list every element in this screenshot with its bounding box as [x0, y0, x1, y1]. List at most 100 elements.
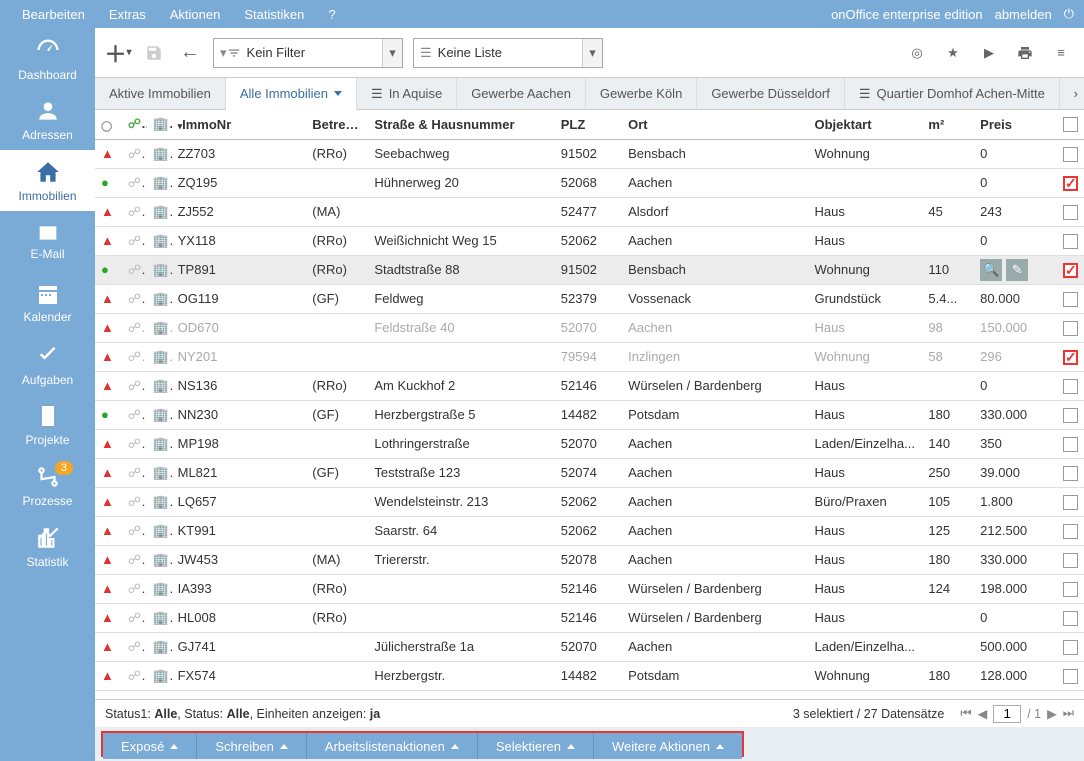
table-row[interactable]: ●☍🏢NN230(GF)Herzbergstraße 514482Potsdam… — [95, 400, 1084, 429]
tab[interactable]: Gewerbe Köln — [586, 78, 697, 109]
row-checkbox[interactable] — [1063, 234, 1078, 249]
sidebar-item-kalender[interactable]: Kalender — [0, 272, 95, 333]
action-button[interactable]: Weitere Aktionen — [594, 733, 742, 759]
sidebar-item-statistik[interactable]: Statistik — [0, 516, 95, 577]
table-row[interactable]: ▲☍🏢HL008(RRo)52146Würselen / BardenbergH… — [95, 603, 1084, 632]
tab[interactable]: ☰In Aquise — [357, 78, 457, 109]
row-checkbox[interactable] — [1063, 640, 1078, 655]
back-button[interactable]: ← — [177, 40, 203, 66]
edit-icon[interactable]: ✎ — [1006, 259, 1028, 281]
action-button[interactable]: Arbeitslistenaktionen — [307, 733, 478, 759]
pager-last[interactable]: ⏭ — [1063, 706, 1074, 721]
row-checkbox[interactable] — [1063, 321, 1078, 336]
row-checkbox[interactable] — [1063, 205, 1078, 220]
add-button[interactable]: ＋▾ — [105, 40, 131, 66]
col-icon1[interactable]: ☍ — [122, 110, 147, 139]
row-checkbox[interactable] — [1063, 176, 1078, 191]
row-checkbox[interactable] — [1063, 553, 1078, 568]
print-icon[interactable] — [1012, 40, 1038, 66]
menu-icon[interactable]: ≡ — [1048, 40, 1074, 66]
sidebar-item-adressen[interactable]: Adressen — [0, 89, 95, 150]
power-icon[interactable]: ⏻ — [1064, 6, 1074, 22]
table-row[interactable]: ▲☍🏢MP198Lothringerstraße52070AachenLaden… — [95, 429, 1084, 458]
sidebar-item-projekte[interactable]: Projekte — [0, 394, 95, 455]
table-row[interactable]: ▲☍🏢OG119(GF)Feldweg52379VossenackGrundst… — [95, 284, 1084, 313]
row-checkbox[interactable] — [1063, 408, 1078, 423]
row-checkbox[interactable] — [1063, 582, 1078, 597]
cell-m2 — [922, 168, 974, 197]
sidebar-item-email[interactable]: E-Mail — [0, 211, 95, 272]
menu-statistiken[interactable]: Statistiken — [232, 7, 316, 22]
menu-aktionen[interactable]: Aktionen — [158, 7, 233, 22]
table-row[interactable]: ▲☍🏢ZJ552(MA)52477AlsdorfHaus45243 — [95, 197, 1084, 226]
row-checkbox[interactable] — [1063, 524, 1078, 539]
table-row[interactable]: ▲☍🏢YX118(RRo)Weißichnicht Weg 1552062Aac… — [95, 226, 1084, 255]
tab[interactable]: Gewerbe Düsseldorf — [697, 78, 845, 109]
col-art[interactable]: Objektart — [808, 110, 922, 139]
table-row[interactable]: ▲☍🏢NS136(RRo)Am Kuckhof 252146Würselen /… — [95, 371, 1084, 400]
tab[interactable]: Aktive Immobilien — [95, 78, 226, 109]
col-preis[interactable]: Preis — [974, 110, 1057, 139]
table-row[interactable]: ▲☍🏢ML821(GF)Teststraße 12352074AachenHau… — [95, 458, 1084, 487]
table-row[interactable]: ▲☍🏢IA393(RRo)52146Würselen / BardenbergH… — [95, 574, 1084, 603]
row-checkbox[interactable] — [1063, 350, 1078, 365]
col-status[interactable]: ◯ — [95, 110, 122, 139]
search-icon[interactable]: 🔍 — [980, 259, 1002, 281]
sidebar-item-aufgaben[interactable]: Aufgaben — [0, 333, 95, 394]
col-strasse[interactable]: Straße & Hausnummer — [368, 110, 554, 139]
tab[interactable]: ☰Quartier Domhof Achen-Mitte — [845, 78, 1060, 109]
table-row[interactable]: ▲☍🏢LQ657Wendelsteinstr. 21352062AachenBü… — [95, 487, 1084, 516]
col-plz[interactable]: PLZ — [555, 110, 622, 139]
table-row[interactable]: ▲☍🏢OD670Feldstraße 4052070AachenHaus9815… — [95, 313, 1084, 342]
row-checkbox[interactable] — [1063, 263, 1078, 278]
row-checkbox[interactable] — [1063, 147, 1078, 162]
menu-bearbeiten[interactable]: Bearbeiten — [10, 7, 97, 22]
col-check[interactable] — [1057, 110, 1084, 139]
pager-next[interactable]: ▶ — [1047, 706, 1057, 721]
table-row[interactable]: ●☍🏢TP891(RRo)Stadtstraße 8891502Bensbach… — [95, 255, 1084, 284]
chevron-down-icon[interactable]: ▾ — [382, 39, 402, 67]
action-button[interactable]: Schreiben — [197, 733, 307, 759]
row-checkbox[interactable] — [1063, 437, 1078, 452]
scroll-right-icon[interactable]: › — [1066, 84, 1084, 104]
sidebar-item-prozesse[interactable]: Prozesse3 — [0, 455, 95, 516]
row-checkbox[interactable] — [1063, 669, 1078, 684]
table-row[interactable]: ▲☍🏢NY20179594InzlingenWohnung58296 — [95, 342, 1084, 371]
col-betreuer[interactable]: Betreuer — [306, 110, 368, 139]
star-icon[interactable]: ★ — [940, 40, 966, 66]
list-combo[interactable]: ☰ Keine Liste ▾ — [413, 38, 603, 68]
tab[interactable]: Alle Immobilien — [226, 78, 357, 110]
row-checkbox[interactable] — [1063, 379, 1078, 394]
sidebar-item-immobilien[interactable]: Immobilien — [0, 150, 95, 211]
col-icon2[interactable]: 🏢 — [147, 110, 172, 139]
action-button[interactable]: Selektieren — [478, 733, 594, 759]
logout-link[interactable]: abmelden — [995, 7, 1052, 22]
table-row[interactable]: ▲☍🏢GJ741Jülicherstraße 1a52070AachenLade… — [95, 632, 1084, 661]
col-m2[interactable]: m² — [922, 110, 974, 139]
action-button[interactable]: Exposé — [103, 733, 197, 759]
play-icon[interactable]: ▶ — [976, 40, 1002, 66]
chevron-down-icon[interactable]: ▾ — [582, 39, 602, 67]
tab[interactable]: Gewerbe Aachen — [457, 78, 586, 109]
table-row[interactable]: ▲☍🏢FX574Herzbergstr.14482PotsdamWohnung1… — [95, 661, 1084, 690]
table-row[interactable]: ●☍🏢ZQ195Hühnerweg 2052068Aachen0 — [95, 168, 1084, 197]
hierarchy-icon: ☍ — [128, 349, 147, 364]
table-row[interactable]: ▲☍🏢KT991Saarstr. 6452062AachenHaus125212… — [95, 516, 1084, 545]
row-checkbox[interactable] — [1063, 466, 1078, 481]
table-row[interactable]: ▲☍🏢JW453(MA)Triererstr.52078AachenHaus18… — [95, 545, 1084, 574]
building-icon: 🏢 — [153, 668, 172, 683]
pager-first[interactable]: ⏮ — [960, 706, 971, 721]
row-checkbox[interactable] — [1063, 611, 1078, 626]
pager-page-input[interactable] — [993, 705, 1021, 723]
pager-prev[interactable]: ◀ — [978, 706, 988, 721]
col-ort[interactable]: Ort — [622, 110, 808, 139]
sidebar-item-dashboard[interactable]: Dashboard — [0, 28, 95, 89]
col-immonr[interactable]: ▾ImmoNr — [172, 110, 307, 139]
filter-combo[interactable]: ▾ Kein Filter ▾ — [213, 38, 403, 68]
target-icon[interactable]: ◎ — [904, 40, 930, 66]
table-row[interactable]: ▲☍🏢ZZ703(RRo)Seebachweg91502BensbachWohn… — [95, 139, 1084, 168]
menu-help[interactable]: ? — [316, 7, 347, 22]
menu-extras[interactable]: Extras — [97, 7, 158, 22]
row-checkbox[interactable] — [1063, 495, 1078, 510]
row-checkbox[interactable] — [1063, 292, 1078, 307]
